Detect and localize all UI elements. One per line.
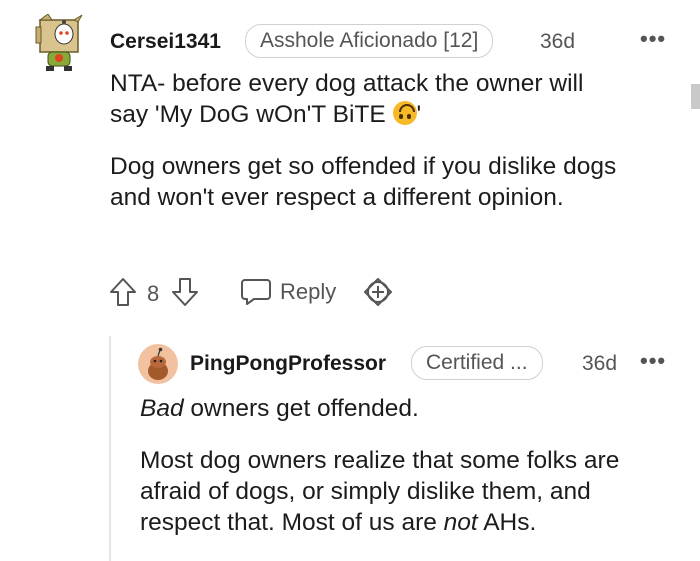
comment-body: NTA- before every dog attack the owner w…: [110, 68, 670, 213]
reply-text-span: owners get offended.: [183, 395, 419, 422]
comment-body-line: say 'My DoG wOn'T BiTE ': [110, 99, 670, 130]
reply-username[interactable]: PingPongProfessor: [190, 352, 386, 376]
reply-label: Reply: [280, 279, 337, 304]
plus-circle-award-icon: [364, 278, 392, 306]
comment-username[interactable]: Cersei1341: [110, 30, 221, 54]
upside-down-face-emoji-icon: [392, 101, 417, 125]
comment-age: 36d: [540, 30, 576, 53]
snoo-avatar-icon: [35, 13, 83, 71]
vote-count: 8: [147, 281, 160, 306]
emphasis-text: Bad: [140, 395, 184, 422]
reply-text-span: Most dog owners realize that some folks …: [140, 447, 620, 536]
arrow-down-outline-icon: [172, 278, 198, 306]
more-options-button[interactable]: •••: [640, 26, 666, 52]
reply-text-span: AHs.: [477, 509, 537, 536]
upvote-button[interactable]: [108, 276, 138, 308]
scrollbar-thumb[interactable]: [691, 84, 700, 109]
snoo-avatar-icon: [138, 344, 178, 384]
arrow-up-outline-icon: [110, 278, 136, 306]
user-flair-badge: Asshole Aficionado [12]: [245, 24, 494, 58]
emphasis-text: not: [443, 509, 478, 536]
comment-quote-text: say 'My DoG wOn'T BiTE: [110, 101, 393, 128]
comment-quote-end: ': [416, 101, 422, 128]
give-award-button[interactable]: [362, 276, 394, 308]
comment-paragraph: Dog owners get so offended if you dislik…: [110, 153, 617, 211]
reply-flair-badge: Certified ...: [411, 346, 543, 380]
speech-bubble-icon: [241, 279, 271, 305]
reply-user-avatar[interactable]: [138, 344, 178, 384]
comment-body-line: NTA- before every dog attack the owner w…: [110, 70, 584, 97]
reply-button[interactable]: Reply: [240, 276, 336, 308]
reply-age: 36d: [582, 352, 618, 375]
reply-body: Bad owners get offended. Most dog owners…: [140, 393, 660, 538]
reply-paragraph: Most dog owners realize that some folks …: [140, 445, 650, 538]
reply-paragraph: Bad owners get offended.: [140, 393, 660, 424]
user-avatar[interactable]: [34, 13, 86, 72]
reply-more-options-button[interactable]: •••: [640, 348, 666, 374]
downvote-button[interactable]: [170, 276, 200, 308]
thread-line[interactable]: [109, 336, 111, 561]
